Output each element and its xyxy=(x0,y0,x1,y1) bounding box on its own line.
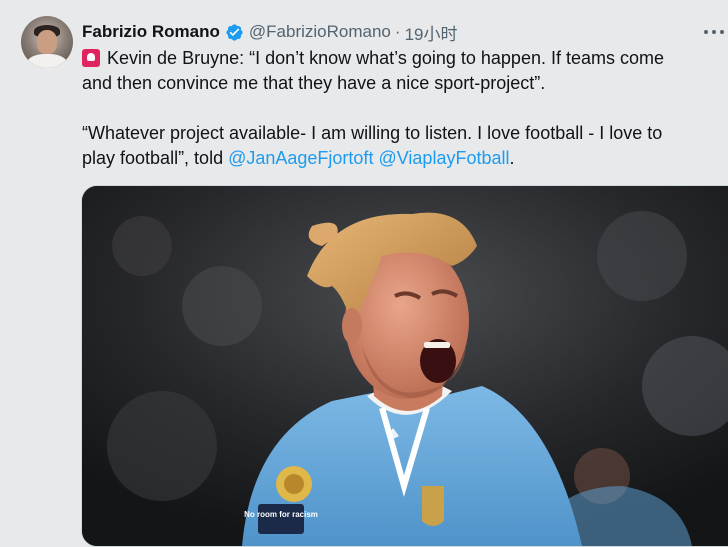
tweet-header: Fabrizio Romano @FabrizioRomano · 19小时 xyxy=(82,20,457,44)
siren-icon xyxy=(82,49,100,67)
sleeve-badge-text: No room for racism xyxy=(244,510,318,519)
more-dot xyxy=(704,30,708,34)
tweet-text-line4-suffix: . xyxy=(509,148,515,168)
more-dot xyxy=(720,30,724,34)
verified-badge-icon[interactable] xyxy=(225,23,244,42)
tweet-text-line3: “Whatever project available- I am willin… xyxy=(82,123,663,143)
more-options-icon[interactable] xyxy=(704,22,724,42)
sleeve-badge xyxy=(258,504,304,534)
author-handle[interactable]: @FabrizioRomano xyxy=(249,22,391,42)
author-avatar[interactable] xyxy=(21,16,73,68)
author-name[interactable]: Fabrizio Romano xyxy=(82,22,220,42)
tweet-text-line: Kevin de Bruyne: “I don’t know what’s go… xyxy=(82,46,722,71)
tweet-photo[interactable]: No room for racism xyxy=(81,185,728,547)
header-separator: · xyxy=(394,22,401,41)
club-crest xyxy=(422,486,444,526)
tweet-timestamp[interactable]: 19小时 xyxy=(405,20,458,45)
more-dot xyxy=(712,30,716,34)
mention-link[interactable]: @JanAageFjortoft xyxy=(228,148,373,168)
avatar-face xyxy=(37,30,57,54)
player-photo-illustration: No room for racism xyxy=(82,186,728,546)
tweet-text: Kevin de Bruyne: “I don’t know what’s go… xyxy=(82,46,722,171)
tweet-text-line: play football”, told @JanAageFjortoft @V… xyxy=(82,146,722,171)
tweet-text-line1: Kevin de Bruyne: “I don’t know what’s go… xyxy=(107,48,665,68)
avatar-shirt xyxy=(27,54,67,68)
tweet-text-line2: and then convince me that they have a ni… xyxy=(82,73,546,93)
mention-link[interactable]: @ViaplayFotball xyxy=(378,148,509,168)
tweet-card[interactable]: Fabrizio Romano @FabrizioRomano · 19小时 K… xyxy=(0,0,728,547)
tweet-text-line4-prefix: play football”, told xyxy=(82,148,229,168)
